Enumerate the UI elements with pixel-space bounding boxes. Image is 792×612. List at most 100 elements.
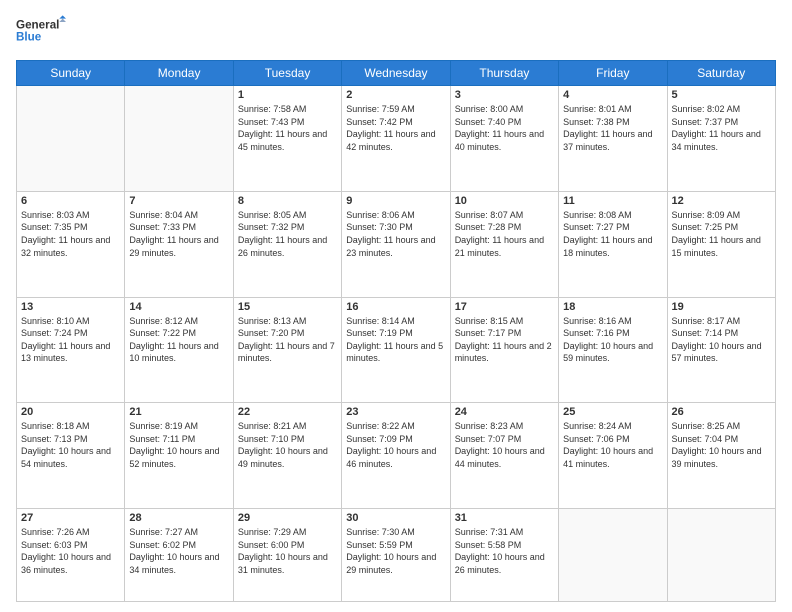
logo-svg: General Blue <box>16 12 66 52</box>
calendar-table: SundayMondayTuesdayWednesdayThursdayFrid… <box>16 60 776 602</box>
day-info: Sunrise: 8:00 AMSunset: 7:40 PMDaylight:… <box>455 103 554 153</box>
day-number: 6 <box>21 195 120 207</box>
day-info: Sunrise: 8:12 AMSunset: 7:22 PMDaylight:… <box>129 315 228 365</box>
day-info: Sunrise: 8:09 AMSunset: 7:25 PMDaylight:… <box>672 209 771 259</box>
day-number: 4 <box>563 89 662 101</box>
day-info: Sunrise: 8:21 AMSunset: 7:10 PMDaylight:… <box>238 420 337 470</box>
calendar-cell: 5 Sunrise: 8:02 AMSunset: 7:37 PMDayligh… <box>667 86 775 192</box>
calendar-cell <box>17 86 125 192</box>
day-info: Sunrise: 8:05 AMSunset: 7:32 PMDaylight:… <box>238 209 337 259</box>
day-number: 24 <box>455 406 554 418</box>
day-number: 21 <box>129 406 228 418</box>
day-number: 26 <box>672 406 771 418</box>
calendar-cell: 31 Sunrise: 7:31 AMSunset: 5:58 PMDaylig… <box>450 509 558 602</box>
day-number: 8 <box>238 195 337 207</box>
day-number: 2 <box>346 89 445 101</box>
day-number: 30 <box>346 512 445 524</box>
calendar-cell: 1 Sunrise: 7:58 AMSunset: 7:43 PMDayligh… <box>233 86 341 192</box>
day-number: 15 <box>238 301 337 313</box>
day-info: Sunrise: 8:01 AMSunset: 7:38 PMDaylight:… <box>563 103 662 153</box>
day-number: 22 <box>238 406 337 418</box>
header: General Blue <box>16 12 776 52</box>
weekday-header-sunday: Sunday <box>17 61 125 86</box>
day-number: 23 <box>346 406 445 418</box>
weekday-header-tuesday: Tuesday <box>233 61 341 86</box>
day-info: Sunrise: 8:18 AMSunset: 7:13 PMDaylight:… <box>21 420 120 470</box>
calendar-cell: 26 Sunrise: 8:25 AMSunset: 7:04 PMDaylig… <box>667 403 775 509</box>
calendar-cell: 20 Sunrise: 8:18 AMSunset: 7:13 PMDaylig… <box>17 403 125 509</box>
calendar-week-2: 6 Sunrise: 8:03 AMSunset: 7:35 PMDayligh… <box>17 191 776 297</box>
day-number: 31 <box>455 512 554 524</box>
day-info: Sunrise: 8:22 AMSunset: 7:09 PMDaylight:… <box>346 420 445 470</box>
calendar-cell: 10 Sunrise: 8:07 AMSunset: 7:28 PMDaylig… <box>450 191 558 297</box>
day-number: 3 <box>455 89 554 101</box>
day-info: Sunrise: 8:13 AMSunset: 7:20 PMDaylight:… <box>238 315 337 365</box>
day-number: 13 <box>21 301 120 313</box>
calendar-week-5: 27 Sunrise: 7:26 AMSunset: 6:03 PMDaylig… <box>17 509 776 602</box>
calendar-cell: 12 Sunrise: 8:09 AMSunset: 7:25 PMDaylig… <box>667 191 775 297</box>
calendar-cell: 15 Sunrise: 8:13 AMSunset: 7:20 PMDaylig… <box>233 297 341 403</box>
day-number: 19 <box>672 301 771 313</box>
calendar-cell <box>667 509 775 602</box>
day-number: 14 <box>129 301 228 313</box>
day-info: Sunrise: 8:19 AMSunset: 7:11 PMDaylight:… <box>129 420 228 470</box>
calendar-cell: 11 Sunrise: 8:08 AMSunset: 7:27 PMDaylig… <box>559 191 667 297</box>
weekday-header-row: SundayMondayTuesdayWednesdayThursdayFrid… <box>17 61 776 86</box>
day-number: 5 <box>672 89 771 101</box>
day-number: 9 <box>346 195 445 207</box>
calendar-cell: 13 Sunrise: 8:10 AMSunset: 7:24 PMDaylig… <box>17 297 125 403</box>
day-info: Sunrise: 8:25 AMSunset: 7:04 PMDaylight:… <box>672 420 771 470</box>
day-number: 11 <box>563 195 662 207</box>
calendar-cell: 3 Sunrise: 8:00 AMSunset: 7:40 PMDayligh… <box>450 86 558 192</box>
calendar-cell: 18 Sunrise: 8:16 AMSunset: 7:16 PMDaylig… <box>559 297 667 403</box>
calendar-cell: 27 Sunrise: 7:26 AMSunset: 6:03 PMDaylig… <box>17 509 125 602</box>
day-info: Sunrise: 8:03 AMSunset: 7:35 PMDaylight:… <box>21 209 120 259</box>
weekday-header-saturday: Saturday <box>667 61 775 86</box>
calendar-cell: 6 Sunrise: 8:03 AMSunset: 7:35 PMDayligh… <box>17 191 125 297</box>
day-info: Sunrise: 7:27 AMSunset: 6:02 PMDaylight:… <box>129 526 228 576</box>
day-number: 27 <box>21 512 120 524</box>
day-info: Sunrise: 7:29 AMSunset: 6:00 PMDaylight:… <box>238 526 337 576</box>
calendar-cell: 24 Sunrise: 8:23 AMSunset: 7:07 PMDaylig… <box>450 403 558 509</box>
calendar-page: General Blue SundayMondayTuesdayWednesda… <box>0 0 792 612</box>
day-info: Sunrise: 8:16 AMSunset: 7:16 PMDaylight:… <box>563 315 662 365</box>
weekday-header-thursday: Thursday <box>450 61 558 86</box>
day-info: Sunrise: 8:24 AMSunset: 7:06 PMDaylight:… <box>563 420 662 470</box>
calendar-cell <box>125 86 233 192</box>
calendar-cell: 16 Sunrise: 8:14 AMSunset: 7:19 PMDaylig… <box>342 297 450 403</box>
day-number: 18 <box>563 301 662 313</box>
day-info: Sunrise: 7:31 AMSunset: 5:58 PMDaylight:… <box>455 526 554 576</box>
logo: General Blue <box>16 12 66 52</box>
weekday-header-monday: Monday <box>125 61 233 86</box>
calendar-cell: 23 Sunrise: 8:22 AMSunset: 7:09 PMDaylig… <box>342 403 450 509</box>
calendar-cell: 2 Sunrise: 7:59 AMSunset: 7:42 PMDayligh… <box>342 86 450 192</box>
day-number: 17 <box>455 301 554 313</box>
day-number: 28 <box>129 512 228 524</box>
day-info: Sunrise: 7:59 AMSunset: 7:42 PMDaylight:… <box>346 103 445 153</box>
calendar-cell: 9 Sunrise: 8:06 AMSunset: 7:30 PMDayligh… <box>342 191 450 297</box>
day-info: Sunrise: 8:14 AMSunset: 7:19 PMDaylight:… <box>346 315 445 365</box>
calendar-cell: 28 Sunrise: 7:27 AMSunset: 6:02 PMDaylig… <box>125 509 233 602</box>
weekday-header-wednesday: Wednesday <box>342 61 450 86</box>
day-info: Sunrise: 7:30 AMSunset: 5:59 PMDaylight:… <box>346 526 445 576</box>
day-info: Sunrise: 8:07 AMSunset: 7:28 PMDaylight:… <box>455 209 554 259</box>
day-number: 1 <box>238 89 337 101</box>
day-info: Sunrise: 8:10 AMSunset: 7:24 PMDaylight:… <box>21 315 120 365</box>
day-info: Sunrise: 7:58 AMSunset: 7:43 PMDaylight:… <box>238 103 337 153</box>
day-info: Sunrise: 8:23 AMSunset: 7:07 PMDaylight:… <box>455 420 554 470</box>
calendar-cell <box>559 509 667 602</box>
calendar-cell: 7 Sunrise: 8:04 AMSunset: 7:33 PMDayligh… <box>125 191 233 297</box>
calendar-cell: 21 Sunrise: 8:19 AMSunset: 7:11 PMDaylig… <box>125 403 233 509</box>
day-info: Sunrise: 8:08 AMSunset: 7:27 PMDaylight:… <box>563 209 662 259</box>
calendar-cell: 30 Sunrise: 7:30 AMSunset: 5:59 PMDaylig… <box>342 509 450 602</box>
calendar-cell: 19 Sunrise: 8:17 AMSunset: 7:14 PMDaylig… <box>667 297 775 403</box>
day-number: 20 <box>21 406 120 418</box>
day-number: 12 <box>672 195 771 207</box>
day-number: 7 <box>129 195 228 207</box>
day-info: Sunrise: 8:02 AMSunset: 7:37 PMDaylight:… <box>672 103 771 153</box>
day-number: 10 <box>455 195 554 207</box>
day-number: 16 <box>346 301 445 313</box>
day-number: 29 <box>238 512 337 524</box>
calendar-cell: 17 Sunrise: 8:15 AMSunset: 7:17 PMDaylig… <box>450 297 558 403</box>
weekday-header-friday: Friday <box>559 61 667 86</box>
